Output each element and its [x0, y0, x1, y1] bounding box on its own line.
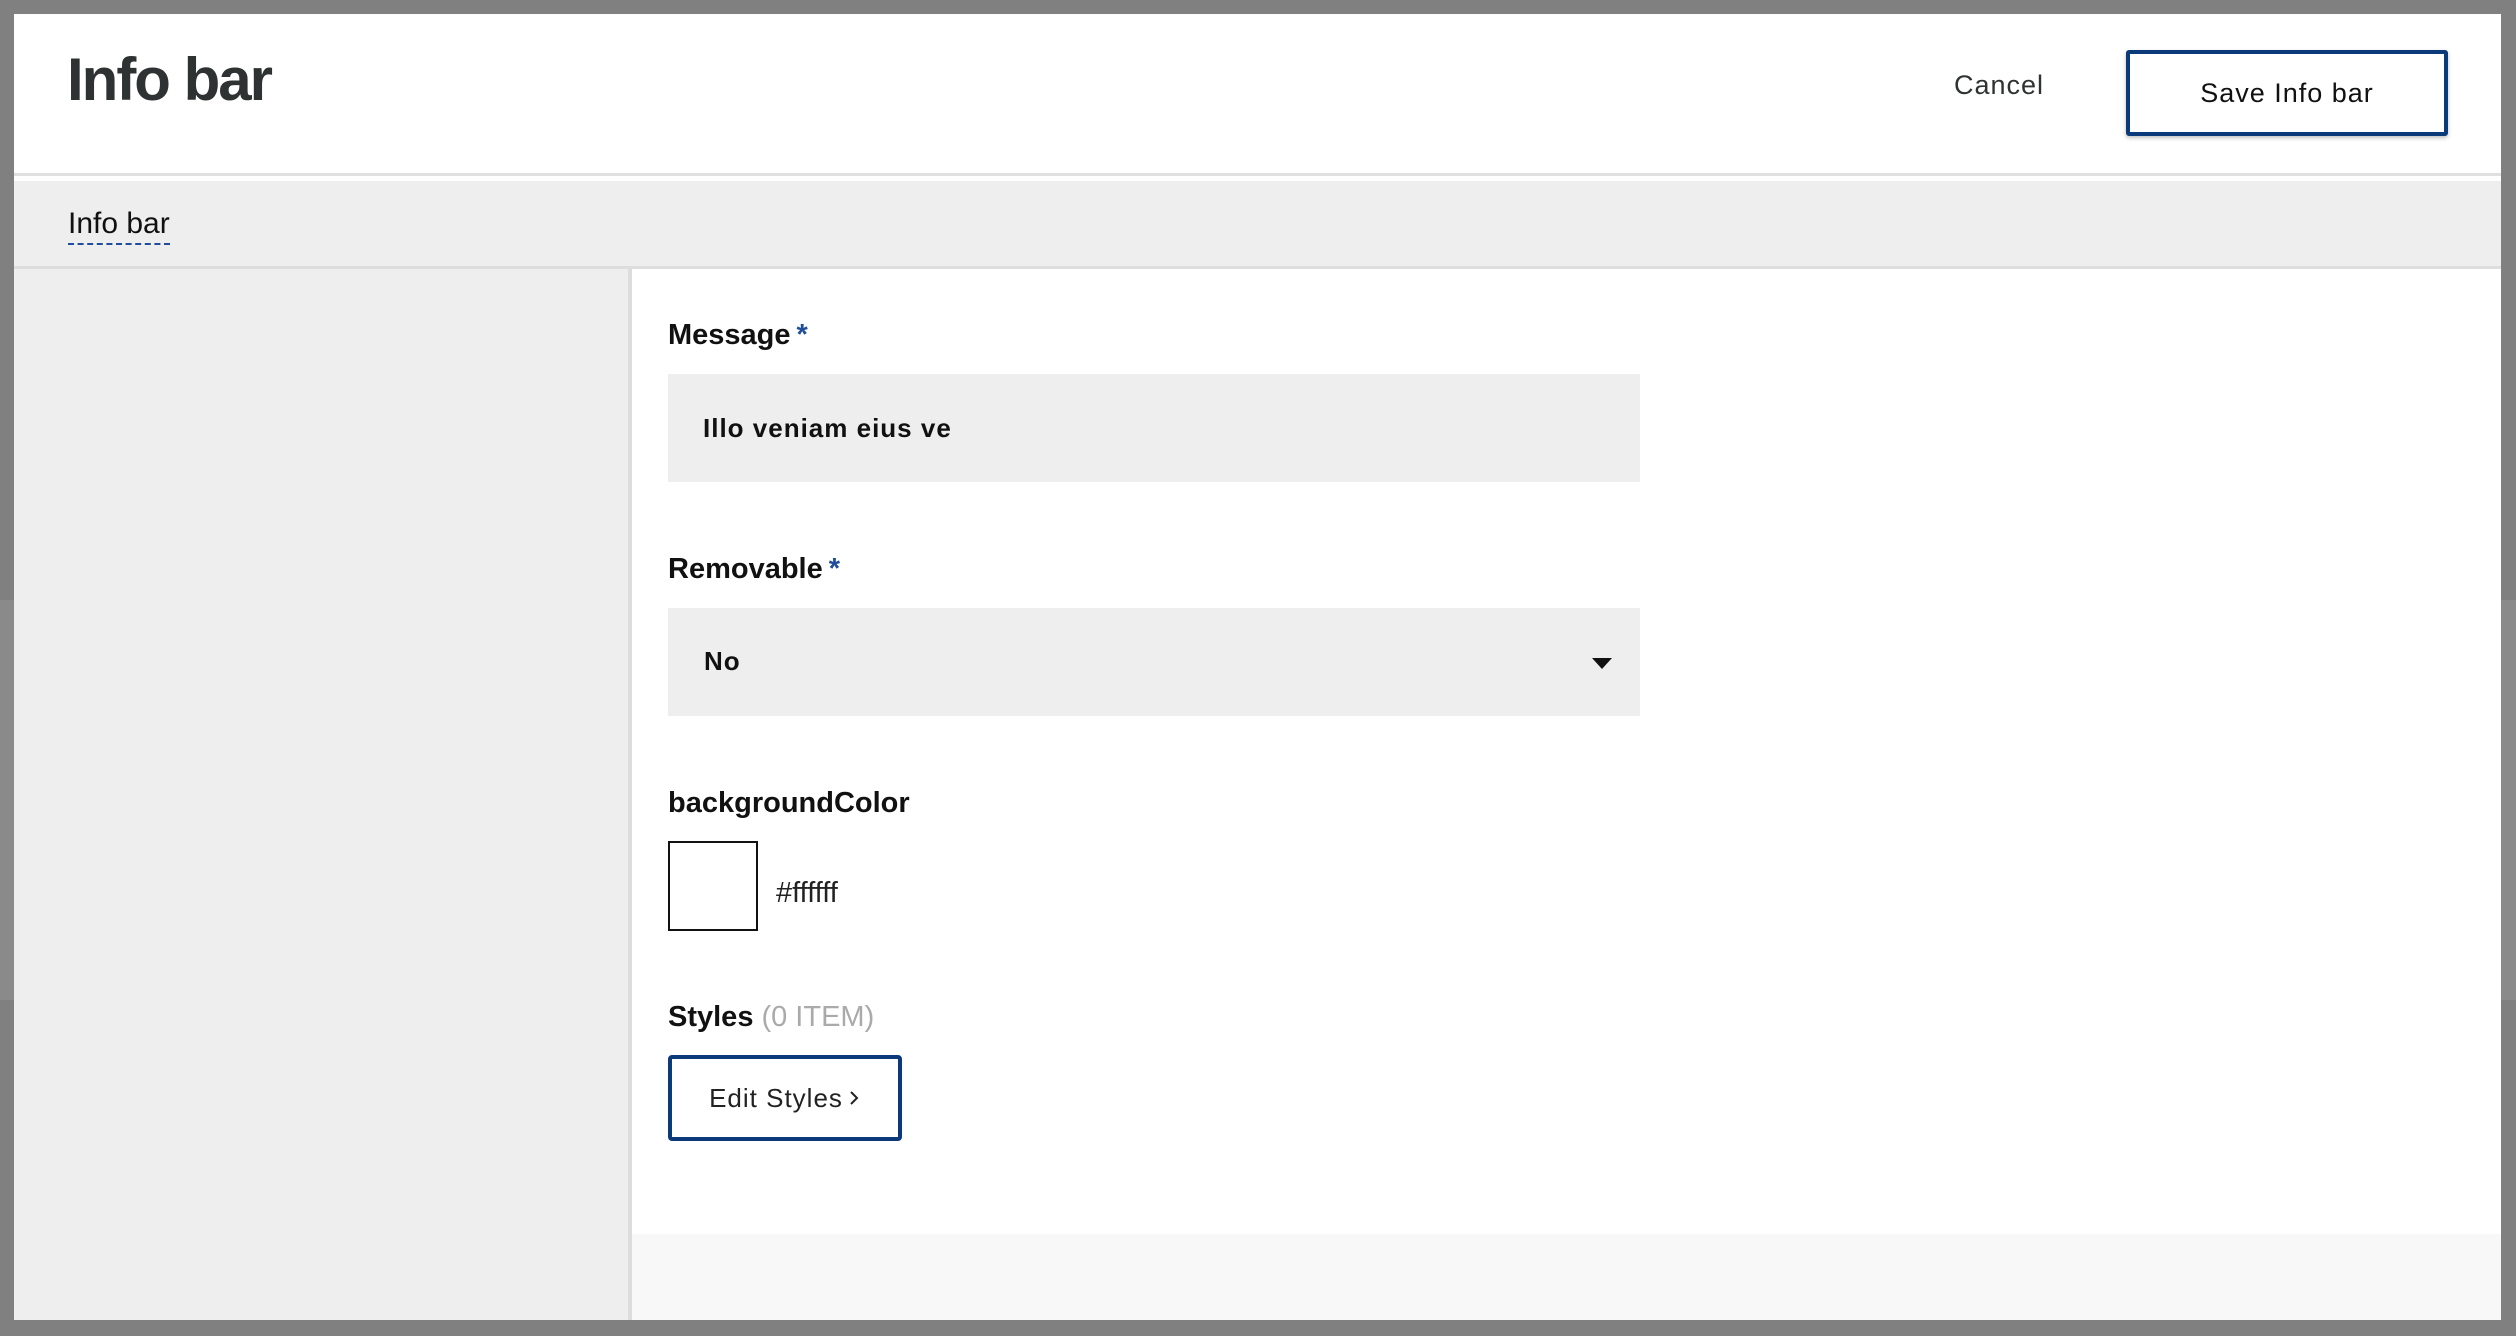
modal-title: Info bar	[67, 46, 273, 113]
removable-label-text: Removable	[668, 553, 823, 585]
required-marker: *	[828, 553, 841, 585]
styles-label-text: Styles	[668, 1001, 754, 1033]
chevron-right-icon	[847, 1083, 861, 1114]
styles-count: (0 ITEM)	[761, 1001, 875, 1033]
background-color-value: #ffffff	[776, 877, 838, 909]
save-info-bar-button[interactable]: Save Info bar	[2126, 50, 2448, 136]
removable-select[interactable]: No	[668, 608, 1640, 716]
message-input[interactable]	[668, 374, 1640, 482]
content-footer	[632, 1234, 2501, 1320]
info-bar-modal: Info bar Cancel Save Info bar Info bar M…	[14, 14, 2501, 1320]
removable-select-value: No	[704, 646, 741, 676]
tab-strip: Info bar	[14, 181, 2501, 269]
required-marker: *	[796, 319, 808, 351]
background-color-label: backgroundColor	[668, 787, 910, 820]
modal-header: Info bar Cancel Save Info bar	[14, 14, 2501, 176]
message-label-text: Message	[668, 319, 791, 351]
form-content: Message* Removable* No backgroundColor #…	[632, 269, 2501, 1320]
sidebar-panel	[14, 269, 632, 1320]
caret-down-icon	[1592, 658, 1612, 669]
tab-info-bar[interactable]: Info bar	[68, 207, 170, 245]
background-color-swatch[interactable]	[668, 841, 758, 931]
background-color-label-text: backgroundColor	[668, 787, 910, 819]
cancel-button[interactable]: Cancel	[1954, 70, 2044, 101]
edit-styles-button[interactable]: Edit Styles	[668, 1055, 902, 1141]
styles-label: Styles (0 ITEM)	[668, 1001, 874, 1034]
removable-label: Removable *	[668, 553, 840, 586]
message-label: Message *	[668, 319, 808, 352]
edit-styles-label: Edit Styles	[709, 1082, 843, 1113]
